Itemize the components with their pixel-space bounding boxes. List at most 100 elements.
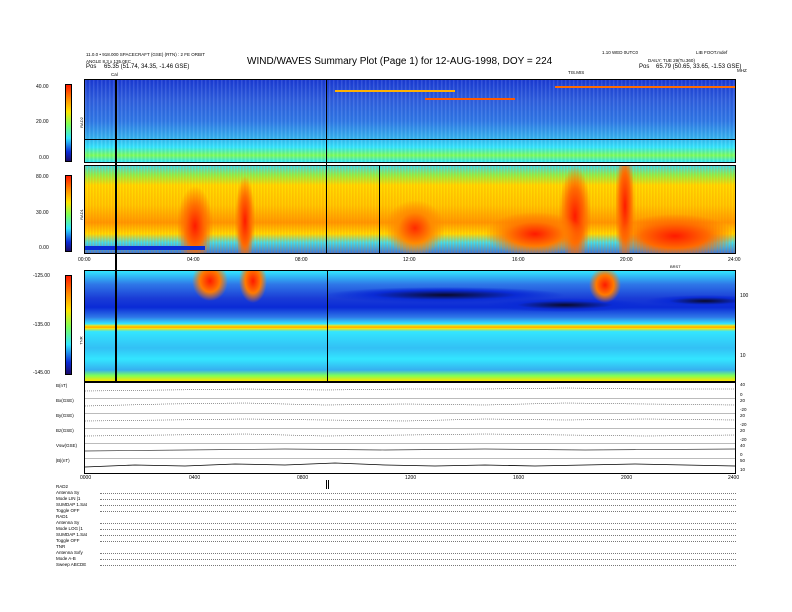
mag-row-label-0: B(nT) — [56, 383, 68, 388]
time-tick-6: 24:00 — [728, 257, 741, 263]
mag-traces — [85, 387, 735, 468]
status-row-0: RAD2 — [56, 484, 69, 489]
mag-row-label-2: By(GSE) — [56, 413, 74, 418]
time-tick-2: 08:00 — [295, 257, 308, 263]
tnr-spectrogram — [84, 270, 736, 382]
mag-bottom-tick-2: 0800 — [297, 475, 309, 481]
bottom-marker-line — [326, 480, 327, 489]
tnr-colorbar — [65, 275, 72, 375]
mag-row-5-right-2: 10 — [740, 467, 746, 472]
mag-panel — [84, 382, 736, 474]
mag-bottom-tick-5: 2000 — [621, 475, 633, 481]
status-row-2: Mode LIN |1 — [56, 496, 81, 501]
mag-row-2-right-2: -20 — [740, 422, 747, 427]
mag-row-2-right-0: 20 — [740, 413, 746, 418]
status-row-5: RAD1 — [56, 514, 69, 519]
mag-row-3-right-2: -20 — [740, 437, 747, 442]
rad2-line-feature-2 — [425, 98, 515, 100]
status-dotline-12 — [100, 559, 736, 560]
header-right-line1: 1.10 WED 0UTC0 — [602, 50, 639, 55]
status-row-10: TNR — [56, 544, 66, 549]
status-row-4: Toggle OFF — [56, 508, 80, 513]
mag-row-label-1: Bx(GSE) — [56, 398, 74, 403]
mag-row-4-right-0: 40 — [740, 443, 746, 448]
time-tick-5: 20:00 — [620, 257, 633, 263]
header-left-pos-value: 65.35 (51.74, 34.35, -1.46 GSE) — [104, 64, 190, 70]
mag-trace-5 — [85, 448, 735, 452]
tnr-tick-1: -135.00 — [33, 322, 50, 328]
rad2-tick-0: 40.00 — [36, 84, 49, 90]
status-row-11: Antenna Sxfy — [56, 550, 83, 555]
mag-row-1-right-0: 20 — [740, 398, 746, 403]
mag-row-label-5: |B|(nT) — [56, 458, 70, 463]
bottom-marker-line-2 — [328, 480, 329, 489]
mag-trace-4 — [85, 433, 735, 437]
rad1-colorbar — [65, 175, 72, 252]
status-dotline-11 — [100, 553, 736, 554]
tnr-tick-2: -145.00 — [33, 370, 50, 376]
mag-trace-1 — [85, 387, 735, 392]
status-row-8: SUMDAP 1.Sat — [56, 532, 87, 537]
header-right-pos-value: 65.79 (50.65, 33.65, -1.53 GSE) — [656, 64, 742, 70]
time-axis-mid-label: BRST — [670, 264, 681, 269]
tnr-right-tick-0: 100 — [740, 293, 749, 299]
header-left-line1: 11.0.0 • 918.000 SPACECRAFT (GSE) (RTN) … — [86, 52, 206, 57]
mag-row-0-right-0: 40 — [740, 382, 746, 387]
status-dotline-4 — [100, 511, 736, 512]
rad2-grid-line — [85, 139, 735, 140]
rad1-tick-2: 0.00 — [39, 245, 49, 251]
cal-marker-line — [115, 79, 117, 382]
time-tick-1: 04:00 — [187, 257, 200, 263]
status-row-7: Mode LOG |1 — [56, 526, 83, 531]
mag-row-label-3: Bz(GSE) — [56, 428, 74, 433]
mag-row-3-right-0: 20 — [740, 428, 746, 433]
status-row-13: Sweep ABCDE — [56, 562, 87, 567]
status-dotline-1 — [100, 493, 736, 494]
rad1-spectrogram — [84, 165, 736, 254]
status-row-3: SUMDAP 1.Sat — [56, 502, 87, 507]
second-marker-line — [379, 165, 380, 254]
tnr-axis-label: TNR — [78, 336, 84, 345]
header-right-pos-label: Pos — [639, 64, 650, 70]
rad2-tick-2: 0.00 — [39, 155, 49, 161]
header-right-line3: DAILY: TUE 29(Tu.360) — [648, 58, 695, 63]
header-right-line2: LIB FOOT.mdef — [696, 50, 728, 55]
status-dotline-3 — [100, 505, 736, 506]
tnr-right-tick-1: 10 — [740, 353, 746, 359]
mag-row-1-right-2: -20 — [740, 407, 747, 412]
header-left-pos-label: Pos — [86, 64, 97, 70]
mag-bottom-tick-0: 0000 — [80, 475, 92, 481]
rad1-bottom-band — [85, 246, 205, 250]
rad2-tick-1: 20.00 — [36, 119, 49, 125]
status-dotline-2 — [100, 499, 736, 500]
tnr-vertical-marker — [327, 271, 328, 381]
status-dotline-13 — [100, 565, 736, 566]
mag-bottom-tick-3: 1200 — [405, 475, 417, 481]
mag-bottom-tick-6: 2400 — [728, 475, 740, 481]
rad2-colorbar — [65, 84, 72, 162]
time-tick-0: 00:00 — [78, 257, 91, 263]
status-row-6: Antenna Sy — [56, 520, 80, 525]
mag-row-4-right-2: 0 — [740, 452, 743, 457]
mag-bottom-tick-1: 0400 — [189, 475, 201, 481]
time-tick-3: 12:00 — [403, 257, 416, 263]
rad2-line-feature-3 — [555, 86, 735, 88]
rad1-tick-1: 30.00 — [36, 210, 49, 216]
status-row-1: Antenna Sy — [56, 490, 80, 495]
status-row-12: Mode A-B — [56, 556, 76, 561]
center-marker-line — [326, 79, 327, 254]
mag-bottom-tick-4: 1600 — [513, 475, 525, 481]
status-dotline-6 — [100, 523, 736, 524]
rad2-spectrogram — [84, 79, 736, 163]
page-title: WIND/WAVES Summary Plot (Page 1) for 12-… — [247, 56, 553, 67]
mhz-label: MHZ — [737, 68, 747, 73]
mag-trace-6 — [85, 462, 735, 468]
rad2-line-feature-1 — [335, 90, 455, 92]
rad1-tick-0: 80.00 — [36, 174, 49, 180]
status-dotline-7 — [100, 529, 736, 530]
mag-trace-2 — [85, 402, 735, 407]
time-tick-4: 16:00 — [512, 257, 525, 263]
status-dotline-9 — [100, 541, 736, 542]
tnr-tick-0: -125.00 — [33, 273, 50, 279]
cal-marker-label: Cal — [111, 72, 118, 77]
